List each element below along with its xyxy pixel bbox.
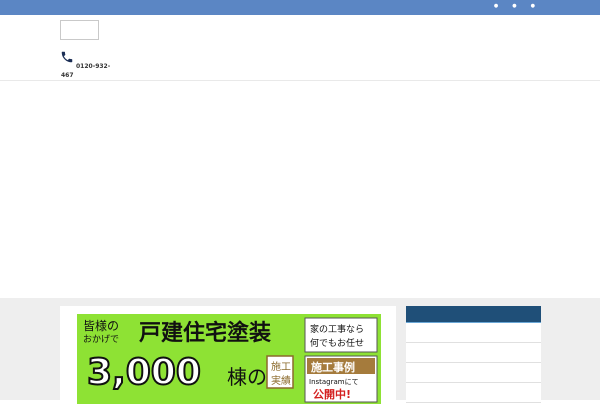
banner-line: 公開中! bbox=[313, 387, 351, 401]
sidebar-list bbox=[406, 323, 541, 403]
banner-line: 家の工事なら bbox=[310, 323, 364, 335]
banner-line: 何でもお任せ bbox=[310, 337, 364, 349]
banner-line: 戸建住宅塗装 bbox=[139, 320, 271, 346]
site-logo[interactable] bbox=[60, 20, 99, 40]
content-area: 皆様の おかげで 戸建住宅塗装 3,000 棟の 施工 実績 家の工事なら 何で… bbox=[0, 298, 600, 406]
main-card: 皆様の おかげで 戸建住宅塗装 3,000 棟の 施工 実績 家の工事なら 何で… bbox=[60, 306, 396, 406]
sidebar-item[interactable] bbox=[406, 383, 541, 403]
sidebar-item[interactable] bbox=[406, 363, 541, 383]
banner-line: 3,000 bbox=[87, 352, 201, 393]
promo-banner[interactable]: 皆様の おかげで 戸建住宅塗装 3,000 棟の 施工 実績 家の工事なら 何で… bbox=[77, 314, 381, 404]
sidebar bbox=[406, 306, 541, 406]
top-nav-item[interactable]: ● bbox=[512, 3, 518, 9]
banner-line: 施工 bbox=[271, 360, 291, 373]
phone-number: 0120-932-467 bbox=[61, 63, 111, 79]
bullet-icon: ● bbox=[512, 3, 517, 9]
sidebar-widget-title bbox=[406, 306, 541, 323]
banner-line: おかげで bbox=[83, 334, 119, 345]
phone-contact[interactable]: 0120-932-467 bbox=[60, 50, 120, 80]
top-nav-item[interactable]: ● bbox=[494, 3, 500, 9]
banner-line: 棟の bbox=[227, 365, 267, 389]
banner-line: 施工事例 bbox=[311, 360, 355, 374]
top-bar: ● ● ● bbox=[0, 0, 600, 15]
hero-area bbox=[0, 82, 600, 298]
top-nav: ● ● ● bbox=[494, 3, 537, 9]
banner-line: Instagramにて bbox=[309, 378, 359, 386]
top-nav-item[interactable]: ● bbox=[531, 3, 537, 9]
banner-line: 皆様の bbox=[83, 319, 119, 333]
sidebar-item[interactable] bbox=[406, 343, 541, 363]
sidebar-item[interactable] bbox=[406, 323, 541, 343]
banner-line: 実績 bbox=[271, 374, 291, 387]
bullet-icon: ● bbox=[493, 3, 499, 9]
site-header: 0120-932-467 bbox=[0, 15, 600, 81]
bullet-icon: ● bbox=[530, 3, 535, 9]
